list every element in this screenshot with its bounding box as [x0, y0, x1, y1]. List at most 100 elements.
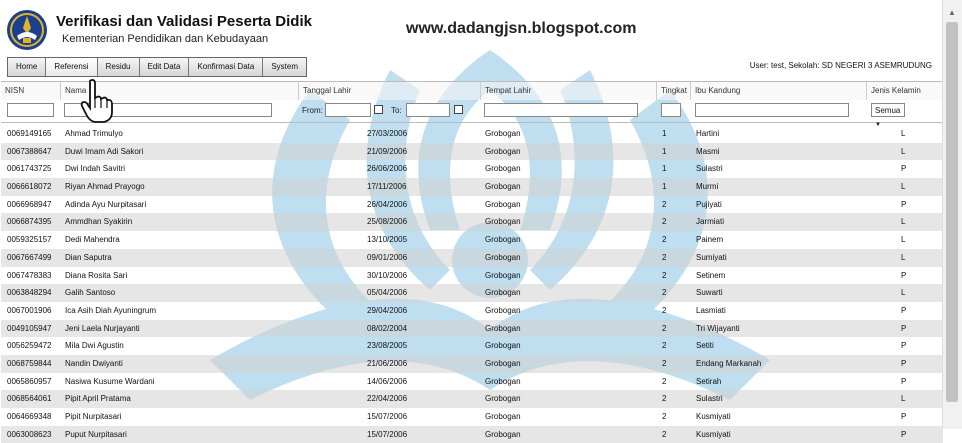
table-row[interactable]: 0063848294 Galih Santoso 05/04/2006 Groboga… [1, 284, 943, 302]
table-row[interactable]: 0068564061 Pipit April Pratama 22/04/2006 G… [1, 390, 943, 408]
table-row[interactable]: 0059325157 Dedi Mahendra 13/10/2005 Groboga… [1, 231, 943, 249]
cell-tingkat: 2 [662, 270, 667, 280]
cell-tempat: Grobogan [485, 341, 521, 351]
cell-tingkat: 2 [662, 305, 667, 315]
cell-tingkat: 2 [662, 412, 667, 421]
calendar-from-icon[interactable] [374, 105, 383, 114]
table-row[interactable]: 0066968947 Adinda Ayu Nurpitasari 26/04/20… [1, 196, 943, 214]
menu-system[interactable]: System [263, 58, 306, 76]
cell-tingkat: 2 [662, 358, 667, 368]
col-ibu-kandung[interactable]: Ibu Kandung [691, 82, 867, 100]
table-row[interactable]: 0067667499 Dian Saputra 09/01/2006 Grobogan… [1, 248, 943, 267]
tingkat-filter-input[interactable] [661, 103, 681, 117]
cell-tanggal: 21/06/2006 [367, 358, 408, 368]
col-tingkat[interactable]: Tingkat [657, 82, 691, 100]
cell-nisn: 0068759844 [7, 358, 52, 368]
table-row[interactable]: 0056259472 Mila Dwi Agustin 23/08/2005 Grob… [1, 337, 943, 355]
cell-tanggal: 22/04/2006 [367, 394, 408, 404]
cell-nisn: 0066874395 [7, 217, 52, 227]
cell-nama: Duwi Imam Adi Sakori [65, 146, 144, 156]
table-row[interactable]: 0049105947 Jeni Laela Nurjayanti 08/02/200… [1, 319, 943, 338]
cell-tempat: Grobogan [485, 199, 521, 209]
date-from-input[interactable] [325, 103, 371, 117]
col-nisn[interactable]: NISN [1, 82, 61, 100]
cell-tanggal: 26/06/2006 [367, 164, 408, 174]
ibu-kandung-filter-input[interactable] [695, 103, 849, 117]
cell-tingkat: 2 [662, 252, 667, 262]
cell-ibu: Kusmiyati [696, 429, 731, 439]
cell-nisn: 0066618072 [7, 182, 52, 192]
cell-jk: P [901, 412, 907, 421]
cell-ibu: Jarmiati [696, 217, 725, 227]
cell-tempat: Grobogan [485, 252, 521, 262]
table-row[interactable]: 0069149165 Ahmad Trimulyo 27/03/2006 Grobog… [1, 125, 943, 143]
cell-jk: P [901, 323, 907, 333]
app-header: Verifikasi dan Validasi Peserta Didik Ke… [0, 0, 942, 58]
cell-ibu: Hartini [696, 129, 720, 138]
cell-nama: Pipit Nurpitasari [65, 412, 122, 421]
table-row[interactable]: 0067001906 Ica Asih Diah Ayuningrum 29/04/… [1, 302, 943, 320]
cell-nama: Nasiwa Kusume Wardani [65, 376, 155, 386]
menu-home[interactable]: Home [8, 58, 47, 76]
table-row[interactable]: 0063008623 Puput Nurpitasari 15/07/2006 Gro… [1, 425, 943, 443]
scroll-thumb[interactable] [946, 22, 958, 402]
cell-tingkat: 2 [662, 288, 667, 298]
cell-nama: Jeni Laela Nurjayanti [65, 323, 140, 333]
cell-nisn: 0067388647 [7, 146, 52, 156]
col-tempat-lahir[interactable]: Tempat Lahir [481, 82, 657, 100]
cell-ibu: Tri Wijayanti [696, 323, 740, 333]
table-row[interactable]: 0061743725 Dwi Indah Savitri 26/06/2006 Gro… [1, 160, 943, 178]
menu-edit-data[interactable]: Edit Data [139, 58, 190, 76]
table-row[interactable]: 0067388647 Duwi Imam Adi Sakori 21/09/2006… [1, 142, 943, 161]
table-row[interactable]: 0064669348 Pipit Nurpitasari 15/07/2006 Gro… [1, 408, 943, 426]
cell-tanggal: 15/07/2006 [367, 412, 408, 421]
cell-nisn: 0064669348 [7, 412, 52, 421]
cell-tingkat: 2 [662, 341, 667, 351]
col-tanggal-lahir[interactable]: Tanggal Lahir [299, 82, 481, 100]
scroll-up-icon[interactable]: ▲ [948, 8, 956, 17]
cell-tingkat: 1 [662, 129, 667, 138]
cell-tempat: Grobogan [485, 217, 521, 227]
jenis-kelamin-select[interactable]: Semua ▼ [871, 103, 905, 128]
hand-pointer-icon [80, 79, 113, 123]
cell-tempat: Grobogan [485, 394, 521, 404]
cell-ibu: Setinem [696, 270, 726, 280]
cell-tingkat: 1 [662, 164, 667, 174]
cell-nisn: 0063008623 [7, 429, 52, 439]
cell-tingkat: 2 [662, 394, 667, 404]
cell-tingkat: 2 [662, 199, 667, 209]
table-row[interactable]: 0066618072 Riyan Ahmad Prayogo 17/11/2006 G… [1, 178, 943, 196]
cell-tempat: Grobogan [485, 412, 521, 421]
cell-ibu: Sumiyati [696, 252, 727, 262]
table-row[interactable]: 0065860957 Nasiwa Kusume Wardani 14/06/200… [1, 373, 943, 391]
cell-ibu: Endang Markanah [696, 358, 762, 368]
cell-nisn: 0049105947 [7, 323, 52, 333]
cell-tanggal: 27/03/2006 [367, 129, 408, 138]
table-row[interactable]: 0067478383 Diana Rosita Sari 30/10/2006 Gro… [1, 267, 943, 285]
menu-residu[interactable]: Residu [97, 58, 140, 76]
cell-nisn: 0067667499 [7, 252, 52, 262]
tempat-lahir-filter-input[interactable] [484, 103, 638, 117]
vertical-scrollbar[interactable]: ▲ [942, 0, 962, 429]
table-row[interactable]: 0068759844 Nandin Dwiyanti 21/06/2006 Grobo… [1, 354, 943, 373]
cell-nama: Ahmad Trimulyo [65, 129, 123, 138]
menu-referensi[interactable]: Referensi [46, 58, 98, 76]
table-row[interactable]: 0066874395 Ammdhan Syakirin 25/08/2006 Grob… [1, 213, 943, 232]
calendar-to-icon[interactable] [454, 105, 463, 114]
cell-tempat: Grobogan [485, 376, 521, 386]
cell-ibu: Setirah [696, 376, 722, 386]
cell-tanggal: 13/10/2005 [367, 235, 408, 245]
cell-nama: Diana Rosita Sari [65, 270, 128, 280]
cell-ibu: Lasmiati [696, 305, 726, 315]
cell-nama: Puput Nurpitasari [65, 429, 127, 439]
student-grid: NISN Nama Tanggal Lahir Tempat Lahir Tin… [1, 81, 943, 443]
cell-nisn: 0061743725 [7, 164, 52, 174]
cell-jk: P [901, 305, 907, 315]
col-jenis-kelamin[interactable]: Jenis Kelamin [867, 82, 943, 100]
nisn-filter-input[interactable] [7, 103, 54, 117]
from-label: From: [302, 106, 323, 115]
cell-tempat: Grobogan [485, 358, 521, 368]
cell-nama: Galih Santoso [65, 288, 116, 298]
date-to-input[interactable] [406, 103, 450, 117]
menu-konfirmasi-data[interactable]: Konfirmasi Data [189, 58, 264, 76]
